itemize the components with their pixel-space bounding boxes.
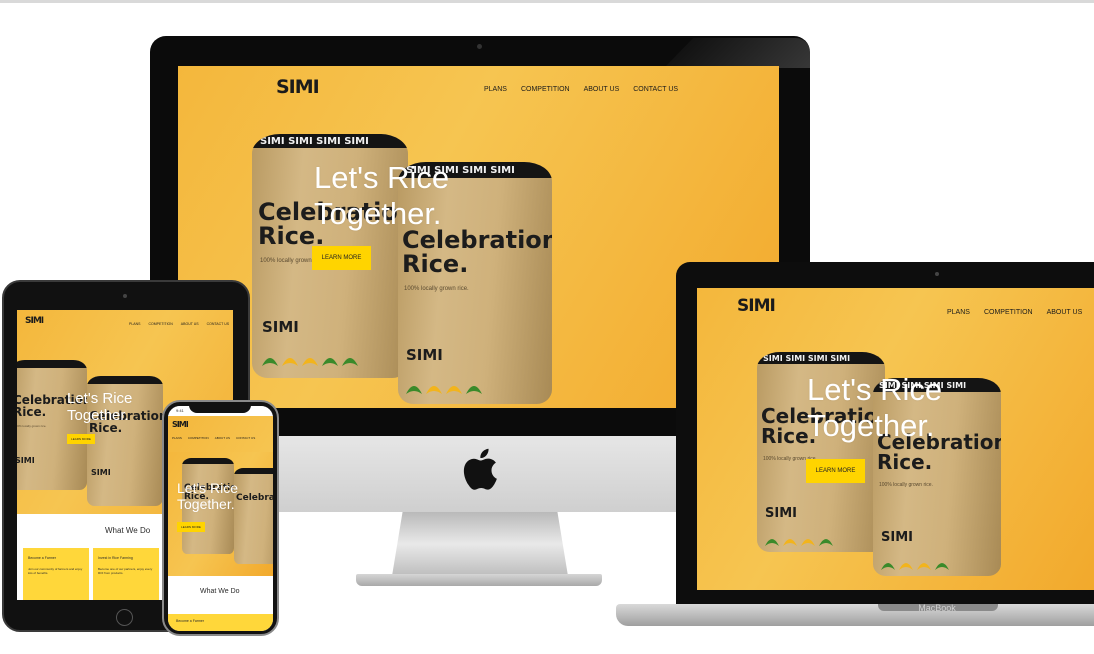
macbook-camera xyxy=(935,272,939,276)
imac-learn-more-button[interactable]: LEARN MORE xyxy=(312,246,371,270)
iphone-notch xyxy=(189,404,251,413)
nav-competition[interactable]: COMPETITION xyxy=(148,322,172,326)
nav-competition[interactable]: COMPETITION xyxy=(188,436,209,440)
imac-stand xyxy=(392,512,568,576)
iphone-learn-more-button[interactable]: LEARN MORE xyxy=(177,522,205,532)
nav-plans[interactable]: PLANS xyxy=(484,86,507,93)
ipad-nav: PLANS COMPETITION ABOUT US CONTACT US xyxy=(129,322,229,326)
ipad-home-button[interactable] xyxy=(116,609,133,626)
top-border xyxy=(0,0,1094,3)
ipad-what-we-do-heading: What We Do xyxy=(105,526,151,535)
macbook-base xyxy=(616,604,1094,626)
nav-about-us[interactable]: ABOUT US xyxy=(215,436,230,440)
nav-contact-us[interactable]: CONTACT US xyxy=(633,86,678,93)
iphone-what-we-do-heading: What We Do xyxy=(200,588,240,595)
nav-about-us[interactable]: ABOUT US xyxy=(1047,309,1083,316)
rice-bag-back: CelebrationRice. 100% locally grown rice… xyxy=(17,360,87,490)
ipad-learn-more-button[interactable]: LEARN MORE xyxy=(67,434,95,444)
nav-competition[interactable]: COMPETITION xyxy=(521,86,570,93)
macbook-hero-title: Let's Rice Together. xyxy=(807,372,943,443)
iphone-hero-title: Let's Rice Together. xyxy=(177,480,239,513)
ipad-card-invest[interactable]: Invest in Rice Farming Become one of our… xyxy=(93,548,159,600)
iphone-hero: CelebrationRice. Celebration Let's RiceT… xyxy=(168,452,273,576)
imac-nav: PLANS COMPETITION ABOUT US CONTACT US xyxy=(484,86,678,93)
nav-contact-us[interactable]: CONTACT US xyxy=(207,322,229,326)
macbook-nav: PLANS COMPETITION ABOUT US xyxy=(947,309,1082,316)
nav-about-us[interactable]: ABOUT US xyxy=(181,322,199,326)
ipad-logo[interactable]: SIMI xyxy=(25,316,44,326)
nav-plans[interactable]: PLANS xyxy=(172,436,182,440)
iphone-card-farmer[interactable]: Become a Farmer xyxy=(168,614,273,631)
nav-competition[interactable]: COMPETITION xyxy=(984,309,1033,316)
macbook-learn-more-button[interactable]: LEARN MORE xyxy=(806,459,865,483)
imac-foot xyxy=(356,574,602,586)
nav-plans[interactable]: PLANS xyxy=(129,322,140,326)
macbook-label: MacBook xyxy=(918,603,956,613)
nav-about-us[interactable]: ABOUT US xyxy=(584,86,620,93)
ipad-hero-title: Let's Rice Together. xyxy=(67,390,133,425)
iphone-nav: PLANS COMPETITION ABOUT US CONTACT US xyxy=(172,436,255,440)
iphone-logo[interactable]: SIMI xyxy=(172,420,189,429)
imac-hero-title: Let's Rice Together. xyxy=(314,160,450,231)
ipad-card-farmer[interactable]: Become a Farmer Join our community of fa… xyxy=(23,548,89,600)
apple-logo-icon xyxy=(463,448,497,490)
nav-contact-us[interactable]: CONTACT US xyxy=(236,436,255,440)
device-mockup-stage: SIMI PLANS COMPETITION ABOUT US CONTACT … xyxy=(0,0,1094,654)
nav-plans[interactable]: PLANS xyxy=(947,309,970,316)
status-time: 9:41 xyxy=(176,408,184,413)
macbook-screen: SIMI PLANS COMPETITION ABOUT US SIMI SIM… xyxy=(697,288,1094,590)
macbook-logo[interactable]: SIMI xyxy=(737,296,776,316)
iphone-screen: 9:41 SIMI PLANS COMPETITION ABOUT US CON… xyxy=(168,406,273,631)
imac-camera xyxy=(477,44,482,49)
iphone-what-we-do-section: What We Do xyxy=(168,576,273,616)
ipad-camera xyxy=(123,294,127,298)
iphone-header: SIMI PLANS COMPETITION ABOUT US CONTACT … xyxy=(168,416,273,452)
imac-logo[interactable]: SIMI xyxy=(276,76,320,98)
rice-bag-front: Celebration xyxy=(234,468,273,564)
